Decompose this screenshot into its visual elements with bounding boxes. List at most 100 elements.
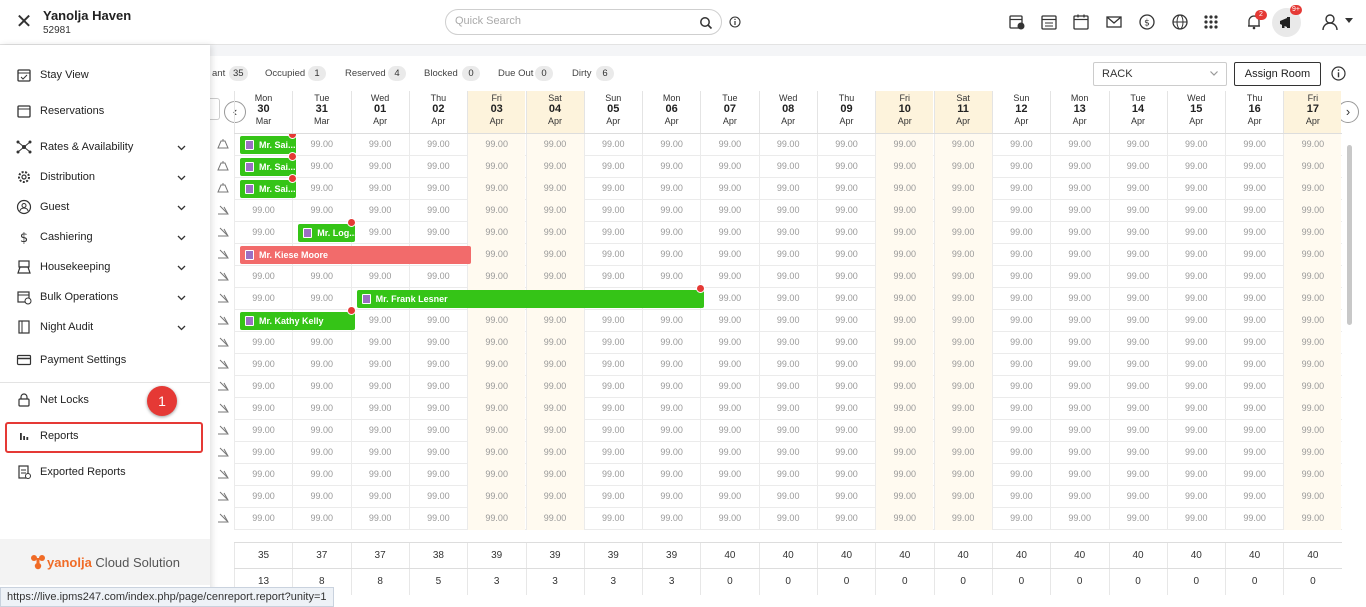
rate-cell[interactable]: 99.00: [933, 310, 992, 332]
rate-cell[interactable]: 99.00: [700, 200, 758, 222]
rate-cell[interactable]: 99.00: [1225, 354, 1283, 376]
rate-cell[interactable]: 99.00: [583, 398, 642, 420]
rate-cell[interactable]: 99.00: [467, 332, 526, 354]
rate-cell[interactable]: 99.00: [1166, 486, 1225, 508]
dirty-room-icon[interactable]: [216, 270, 230, 282]
dirty-room-icon[interactable]: [216, 446, 230, 458]
rate-cell[interactable]: 99.00: [700, 376, 758, 398]
rate-cell[interactable]: 99.00: [875, 486, 934, 508]
rate-cell[interactable]: 99.00: [991, 156, 1050, 178]
rate-cell[interactable]: 99.00: [350, 134, 409, 156]
rate-cell[interactable]: 99.00: [1050, 134, 1108, 156]
reservation-bar[interactable]: Mr. Frank Lesner: [356, 284, 706, 308]
apps-grid-icon[interactable]: [1202, 13, 1220, 31]
rate-cell[interactable]: 99.00: [642, 310, 700, 332]
rate-cell[interactable]: 99.00: [234, 442, 292, 464]
sidebar-item-night-audit[interactable]: Night Audit: [6, 312, 202, 342]
dirty-room-icon[interactable]: [216, 292, 230, 304]
rate-cell[interactable]: 99.00: [758, 354, 817, 376]
rate-cell[interactable]: 99.00: [292, 134, 350, 156]
rate-cell[interactable]: 99.00: [933, 200, 992, 222]
rate-cell[interactable]: 99.00: [1225, 420, 1283, 442]
rate-cell[interactable]: 99.00: [583, 310, 642, 332]
rate-cell[interactable]: 99.00: [408, 508, 467, 530]
rate-cell[interactable]: 99.00: [350, 200, 409, 222]
rate-cell[interactable]: 99.00: [758, 288, 817, 310]
rate-cell[interactable]: 99.00: [933, 244, 992, 266]
close-menu-icon[interactable]: ✕: [14, 12, 34, 32]
rate-cell[interactable]: 99.00: [875, 310, 934, 332]
rate-cell[interactable]: 99.00: [933, 332, 992, 354]
rate-cell[interactable]: 99.00: [700, 222, 758, 244]
dirty-room-icon[interactable]: [216, 490, 230, 502]
rate-plan-select[interactable]: RACK: [1093, 62, 1227, 86]
rate-cell[interactable]: 99.00: [525, 420, 584, 442]
date-column-header[interactable]: Sat 04 Apr: [525, 91, 584, 133]
rate-cell[interactable]: 99.00: [1050, 244, 1108, 266]
rate-cell[interactable]: 99.00: [1166, 464, 1225, 486]
rate-cell[interactable]: 99.00: [1108, 508, 1167, 530]
rate-cell[interactable]: 99.00: [1225, 376, 1283, 398]
rate-cell[interactable]: 99.00: [525, 266, 584, 288]
date-column-header[interactable]: Tue 07 Apr: [700, 91, 758, 133]
mail-icon[interactable]: [1105, 13, 1123, 31]
rate-cell[interactable]: 99.00: [1166, 244, 1225, 266]
rate-cell[interactable]: 99.00: [350, 332, 409, 354]
sidebar-item-payment-settings[interactable]: Payment Settings: [6, 345, 202, 375]
rate-cell[interactable]: 99.00: [875, 156, 934, 178]
rate-cell[interactable]: 99.00: [1050, 420, 1108, 442]
rate-cell[interactable]: 99.00: [1108, 442, 1167, 464]
grid-scrollbar[interactable]: [1347, 145, 1352, 325]
rate-cell[interactable]: 99.00: [350, 156, 409, 178]
rate-cell[interactable]: 99.00: [467, 420, 526, 442]
rate-cell[interactable]: 99.00: [758, 442, 817, 464]
rate-cell[interactable]: 99.00: [991, 222, 1050, 244]
search-input[interactable]: [455, 15, 685, 27]
rate-cell[interactable]: 99.00: [350, 354, 409, 376]
rate-cell[interactable]: 99.00: [583, 354, 642, 376]
rate-cell[interactable]: 99.00: [583, 420, 642, 442]
rate-cell[interactable]: 99.00: [700, 486, 758, 508]
rate-cell[interactable]: 99.00: [1166, 222, 1225, 244]
rate-cell[interactable]: 99.00: [933, 486, 992, 508]
rate-cell[interactable]: 99.00: [1283, 266, 1342, 288]
rate-cell[interactable]: 99.00: [991, 134, 1050, 156]
rate-cell[interactable]: 99.00: [234, 288, 292, 310]
rate-cell[interactable]: 99.00: [1050, 222, 1108, 244]
dirty-room-icon[interactable]: [216, 380, 230, 392]
rate-cell[interactable]: 99.00: [991, 310, 1050, 332]
rate-cell[interactable]: 99.00: [700, 266, 758, 288]
rate-cell[interactable]: 99.00: [234, 420, 292, 442]
rate-cell[interactable]: 99.00: [991, 442, 1050, 464]
rate-cell[interactable]: 99.00: [758, 244, 817, 266]
quick-search[interactable]: [445, 9, 722, 35]
rate-cell[interactable]: 99.00: [758, 310, 817, 332]
clean-room-icon[interactable]: [216, 160, 230, 172]
date-column-header[interactable]: Thu 09 Apr: [817, 91, 875, 133]
rate-cell[interactable]: 99.00: [525, 244, 584, 266]
rate-cell[interactable]: 99.00: [1050, 310, 1108, 332]
rate-cell[interactable]: 99.00: [758, 222, 817, 244]
rate-cell[interactable]: 99.00: [817, 464, 875, 486]
rate-cell[interactable]: 99.00: [467, 134, 526, 156]
rate-cell[interactable]: 99.00: [1166, 288, 1225, 310]
rate-cell[interactable]: 99.00: [700, 332, 758, 354]
rate-cell[interactable]: 99.00: [1225, 332, 1283, 354]
rate-cell[interactable]: 99.00: [933, 178, 992, 200]
reservation-bar[interactable]: Mr. Kathy Kelly: [240, 306, 356, 330]
rate-cell[interactable]: 99.00: [1108, 310, 1167, 332]
rate-cell[interactable]: 99.00: [875, 244, 934, 266]
rate-cell[interactable]: 99.00: [991, 354, 1050, 376]
date-column-header[interactable]: Thu 16 Apr: [1225, 91, 1283, 133]
rate-cell[interactable]: 99.00: [1225, 244, 1283, 266]
rate-cell[interactable]: 99.00: [350, 486, 409, 508]
date-column-header[interactable]: Tue 14 Apr: [1108, 91, 1167, 133]
dirty-room-icon[interactable]: [216, 358, 230, 370]
rate-cell[interactable]: 99.00: [1225, 508, 1283, 530]
date-column-header[interactable]: Mon 13 Apr: [1050, 91, 1108, 133]
sidebar-item-reservations[interactable]: Reservations: [6, 96, 202, 126]
date-column-header[interactable]: Sun 05 Apr: [583, 91, 642, 133]
rate-cell[interactable]: 99.00: [234, 486, 292, 508]
rate-cell[interactable]: 99.00: [875, 420, 934, 442]
rate-cell[interactable]: 99.00: [292, 178, 350, 200]
